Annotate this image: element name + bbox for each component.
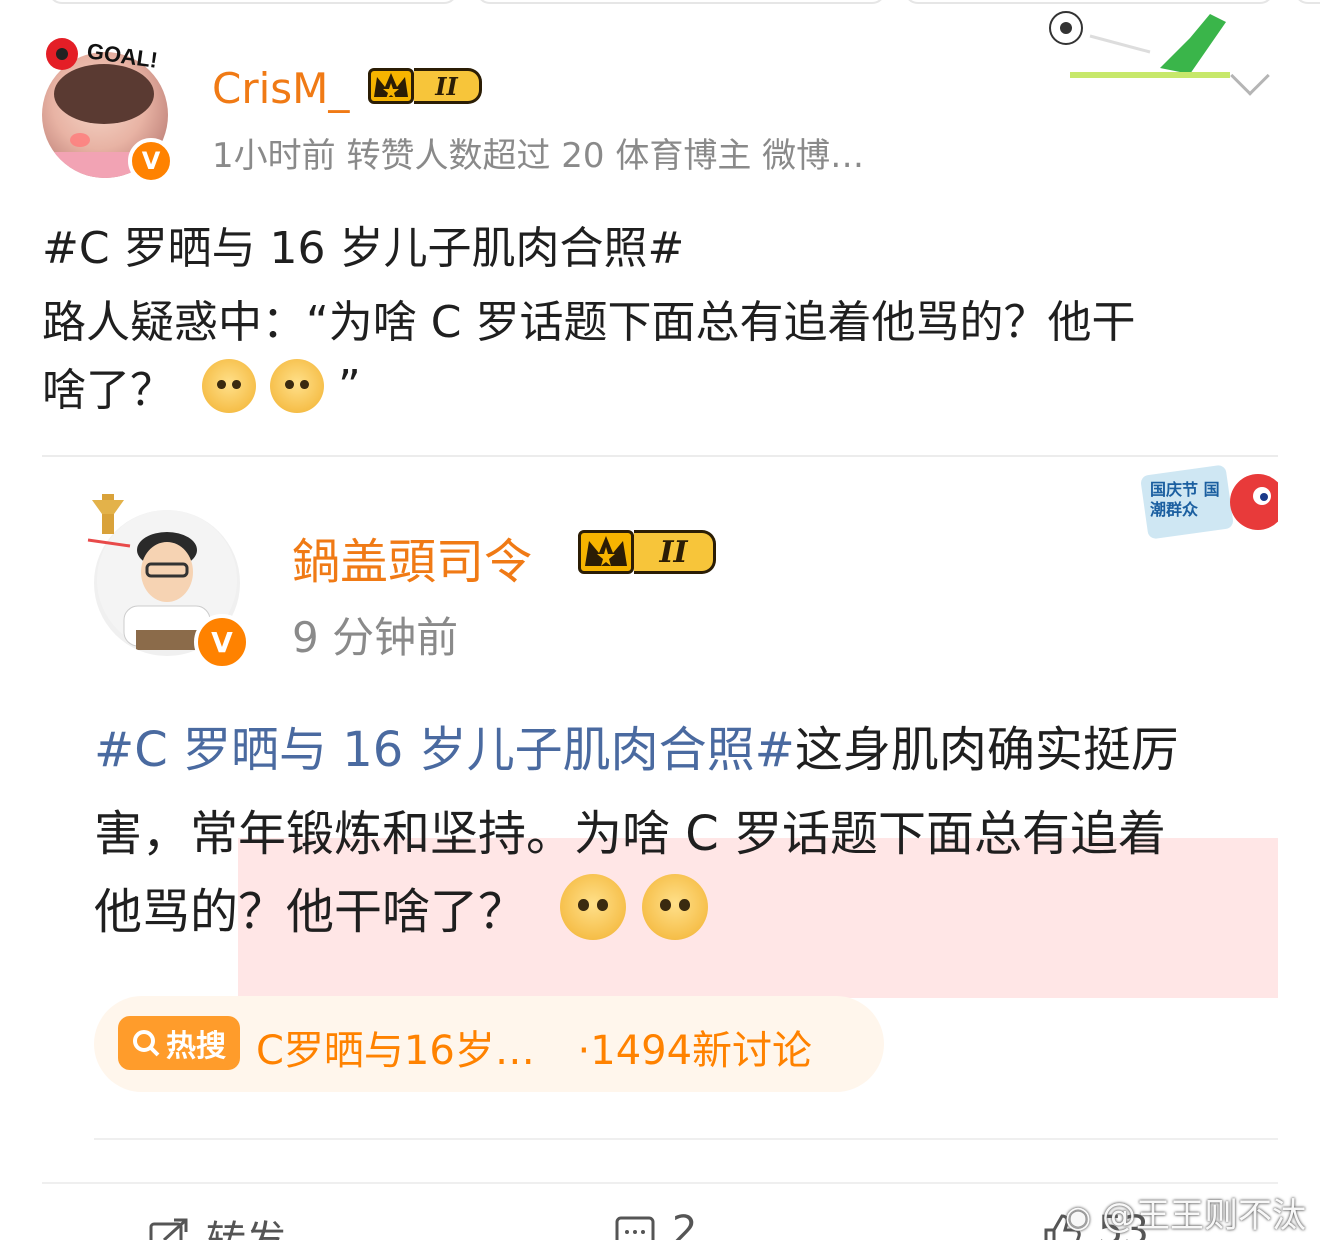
goal-sticker-text: GOAL! — [85, 38, 159, 73]
top-cards-row — [0, 0, 1320, 6]
national-day-sticker: 国庆节 国潮群众 — [1140, 462, 1286, 558]
doge-emoji-icon — [270, 359, 324, 413]
post-text-line2-wrap: 啥了？ ” — [42, 354, 361, 418]
weibo-logo-icon: ◉ — [1065, 1200, 1092, 1235]
post-text-quote-end: ” — [338, 360, 361, 412]
hot-search-text[interactable]: C罗晒与16岁… ·1494新讨论 — [256, 1018, 812, 1076]
repost-verified-badge: V — [194, 614, 250, 670]
hot-search-title: C罗晒与16岁… — [256, 1028, 535, 1074]
crown-icon — [368, 68, 414, 104]
repost-vip-crown-badge[interactable]: II — [578, 530, 716, 574]
doge-emoji-icon — [642, 874, 709, 940]
soccer-card-decoration — [1040, 8, 1240, 84]
repost-time: 9 分钟前 — [292, 613, 459, 662]
hot-search-tag-label: 热搜 — [166, 1029, 226, 1064]
hot-search-tag: 热搜 — [118, 1016, 240, 1070]
comment-count: 2 — [672, 1208, 698, 1240]
doge-emoji-icon — [560, 874, 627, 940]
search-icon — [133, 1030, 160, 1057]
repost-text-line3: 他骂的？他干啥了？ — [94, 884, 527, 940]
repost-author-name[interactable]: 鍋盖頭司令 — [292, 522, 532, 592]
trophy-decoration-icon — [84, 490, 134, 550]
post-text-line2: 啥了？ — [42, 365, 174, 416]
soccer-boot-icon — [1049, 11, 1230, 78]
repost-text-after-topic: 这身肌肉确实挺厉 — [794, 722, 1179, 778]
repost-divider — [94, 1138, 1278, 1140]
national-day-sticker-text: 国庆节 国潮群众 — [1150, 480, 1220, 519]
forward-icon — [149, 1218, 188, 1240]
forward-label: 转发 — [206, 1208, 286, 1240]
repost-text-line2: 害，常年锻炼和坚持。为啥 C 罗话题下面总有追着 — [94, 806, 1167, 862]
post-topic[interactable]: #C 罗晒与 16 岁儿子肌肉合照# — [42, 212, 684, 276]
weibo-watermark: ◉ @王王则不汰 — [1065, 1188, 1306, 1237]
repost-vip-level: II — [634, 530, 716, 574]
repost-text-line3-wrap: 他骂的？他干啥了？ — [94, 872, 709, 942]
repost-text-line1: #C 罗晒与 16 岁儿子肌肉合照#这身肌肉确实挺厉 — [94, 710, 1179, 780]
vip-crown-badge[interactable]: II — [368, 68, 482, 104]
post-text-line1: 路人疑惑中：“为啥 C 罗话题下面总有追着他骂的？他干 — [42, 297, 1136, 348]
crown-shape-icon — [585, 536, 627, 566]
action-bar-divider — [42, 1182, 1278, 1184]
comment-icon — [615, 1216, 655, 1240]
top-card-3[interactable] — [904, 0, 1274, 4]
watermark-text: @王王则不汰 — [1102, 1196, 1306, 1236]
top-card-4[interactable] — [1294, 0, 1320, 4]
vip-level: II — [414, 68, 482, 104]
author-name[interactable]: CrisM_ — [212, 64, 349, 113]
repost-topic[interactable]: #C 罗晒与 16 岁儿子肌肉合照# — [94, 722, 795, 778]
goal-sticker-icon: GOAL! — [46, 38, 159, 73]
top-card-2[interactable] — [476, 0, 886, 4]
trophy-icon — [87, 494, 131, 548]
repost-crown-icon — [578, 530, 634, 574]
verified-badge: V — [128, 138, 174, 184]
forward-button[interactable]: 转发 — [148, 1208, 286, 1240]
doge-emoji-icon — [202, 359, 256, 413]
post-meta: 1小时前 转赞人数超过 20 体育博主 微博… — [212, 136, 865, 176]
hot-search-count: ·1494新讨论 — [577, 1028, 813, 1074]
top-card-1[interactable] — [48, 0, 458, 4]
crown-shape-icon — [374, 73, 408, 99]
goal-sticker: GOAL! — [40, 36, 176, 84]
comment-button[interactable]: 2 — [614, 1208, 697, 1240]
